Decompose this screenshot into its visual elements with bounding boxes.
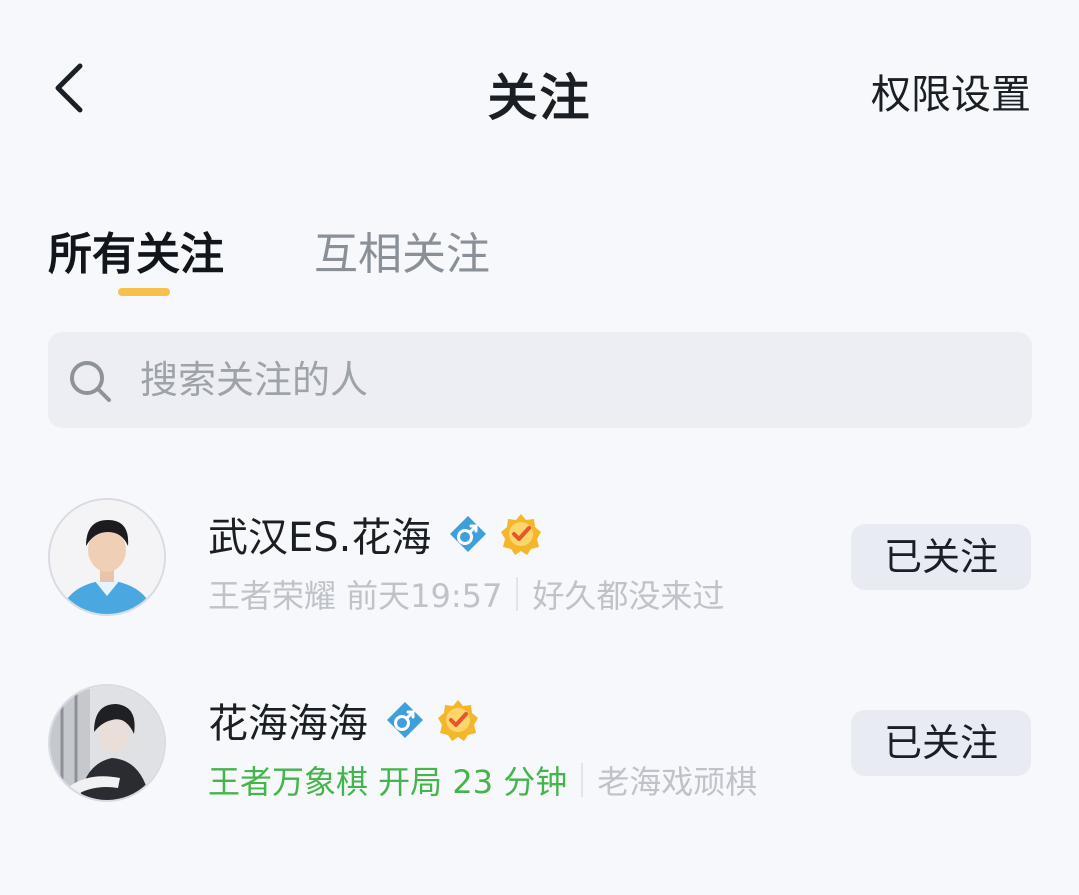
verified-badge-icon: [438, 700, 478, 741]
search-input[interactable]: [140, 350, 1000, 410]
male-icon: [450, 516, 487, 552]
verified-badge-icon: [501, 514, 542, 555]
header-bar: 关注 权限设置: [0, 0, 1079, 180]
avatar-image: [50, 500, 164, 614]
name-line: 武汉ES.花海: [208, 504, 543, 564]
status-line: 王者万象棋 开局 23 分钟 老海戏顽棋: [208, 756, 757, 804]
permission-settings-button[interactable]: 权限设置: [871, 62, 1031, 120]
signature: 老海戏顽棋: [597, 763, 758, 801]
user-name: 花海海海: [208, 701, 368, 747]
avatar-image: [50, 686, 164, 800]
status-line: 王者荣耀 前天19:57 好久都没来过: [208, 570, 724, 618]
activity-status: 王者万象棋 开局 23 分钟: [208, 763, 568, 801]
active-tab-indicator: [118, 288, 170, 296]
tab-all-follows[interactable]: 所有关注: [48, 218, 224, 282]
divider: [516, 577, 519, 611]
follow-list: 武汉ES.花海 王者荣耀 前天19:57 好久都没来过 已关注 花海海海 王者万…: [0, 470, 1079, 842]
tab-mutual-follows[interactable]: 互相关注: [314, 218, 490, 282]
following-button[interactable]: 已关注: [851, 524, 1031, 590]
divider: [581, 763, 584, 797]
tab-bar: 所有关注 互相关注: [48, 218, 648, 308]
search-bar[interactable]: [48, 332, 1032, 428]
name-line: 花海海海: [208, 690, 480, 750]
search-icon: [70, 361, 111, 402]
activity-status: 王者荣耀 前天19:57: [208, 577, 503, 615]
avatar[interactable]: [48, 498, 166, 616]
list-item[interactable]: 花海海海 王者万象棋 开局 23 分钟 老海戏顽棋 已关注: [0, 656, 1079, 842]
avatar[interactable]: [48, 684, 166, 802]
male-icon: [387, 702, 423, 738]
following-button[interactable]: 已关注: [851, 710, 1031, 776]
signature: 好久都没来过: [532, 577, 725, 615]
list-item[interactable]: 武汉ES.花海 王者荣耀 前天19:57 好久都没来过 已关注: [0, 470, 1079, 656]
user-name: 武汉ES.花海: [208, 515, 432, 561]
